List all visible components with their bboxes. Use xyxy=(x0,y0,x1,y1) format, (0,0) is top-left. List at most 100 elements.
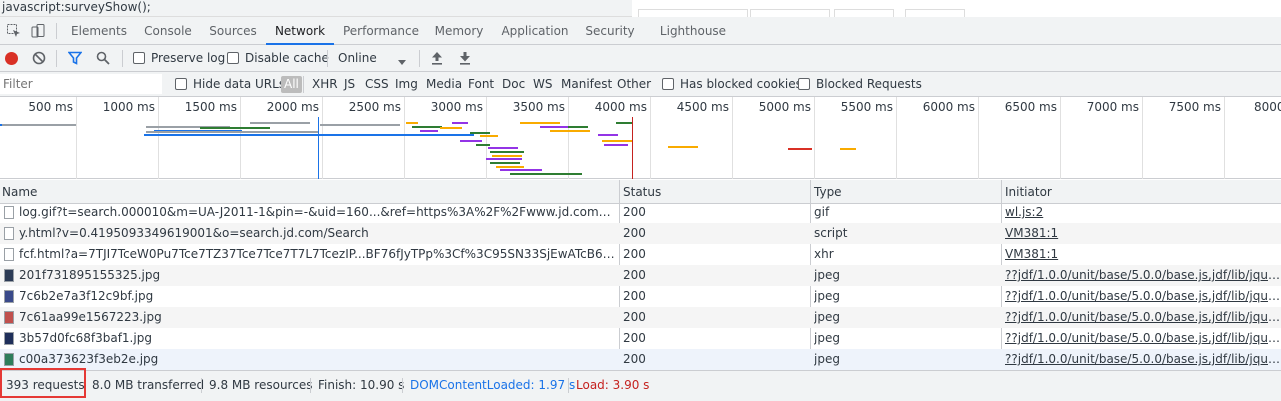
request-initiator-link[interactable]: ??jdf/1.0.0/unit/base/5.0.0/base.js,jdf/… xyxy=(1005,307,1281,328)
request-initiator-link[interactable]: ??jdf/1.0.0/unit/base/5.0.0/base.js,jdf/… xyxy=(1005,349,1281,370)
timeline-gridline xyxy=(732,97,733,179)
request-name[interactable]: 7c61aa99e1567223.jpg xyxy=(19,307,617,328)
request-name[interactable]: c00a373623f3eb2e.jpg xyxy=(19,349,617,370)
request-initiator-link[interactable]: ??jdf/1.0.0/unit/base/5.0.0/base.js,jdf/… xyxy=(1005,328,1281,349)
table-row[interactable]: 3b57d0fc68f3baf1.jpg 200 jpeg ??jdf/1.0.… xyxy=(0,328,1281,349)
disable-cache-checkbox[interactable] xyxy=(227,52,239,64)
tab-console[interactable]: Console xyxy=(136,17,200,45)
timeline-gridline xyxy=(1142,97,1143,179)
blocked-requests-checkbox[interactable] xyxy=(798,78,810,90)
filter-type-all[interactable]: All xyxy=(281,76,302,93)
filter-type-img[interactable]: Img xyxy=(395,72,418,97)
filter-type-manifest[interactable]: Manifest xyxy=(561,72,612,97)
divider xyxy=(303,76,304,93)
filter-type-font[interactable]: Font xyxy=(468,72,494,97)
tab-security[interactable]: Security xyxy=(580,17,640,45)
chevron-down-icon[interactable] xyxy=(398,55,406,69)
tab-sources[interactable]: Sources xyxy=(203,17,263,45)
request-name[interactable]: log.gif?t=search.000010&m=UA-J2011-1&pin… xyxy=(19,204,617,223)
timeline-tick-label: 500 ms xyxy=(28,100,73,114)
request-name[interactable]: 7c6b2e7a3f12c9bf.jpg xyxy=(19,286,617,307)
divider xyxy=(56,50,57,67)
waterfall-bar xyxy=(490,162,520,164)
record-icon[interactable] xyxy=(5,52,18,65)
filter-type-js[interactable]: JS xyxy=(344,72,355,97)
column-header-status[interactable]: Status xyxy=(621,180,661,204)
search-icon[interactable] xyxy=(96,51,110,68)
document-icon xyxy=(4,248,14,261)
timeline-tick-label: 5500 ms xyxy=(840,100,893,114)
filter-type-ws[interactable]: WS xyxy=(533,72,552,97)
tab-lighthouse[interactable]: Lighthouse xyxy=(654,17,732,45)
filter-type-css[interactable]: CSS xyxy=(365,72,389,97)
disable-cache-label: Disable cache xyxy=(245,51,329,65)
column-header-name[interactable]: Name xyxy=(0,180,37,204)
request-initiator-link[interactable]: ??jdf/1.0.0/unit/base/5.0.0/base.js,jdf/… xyxy=(1005,265,1281,286)
device-toolbar-icon[interactable] xyxy=(30,23,46,39)
filter-input[interactable] xyxy=(0,74,162,94)
divider xyxy=(402,378,403,393)
waterfall-bar xyxy=(452,122,468,124)
filter-icon[interactable] xyxy=(67,51,83,68)
filter-type-xhr[interactable]: XHR xyxy=(312,72,338,97)
table-row[interactable]: fcf.html?a=7TJI7TceW0Pu7Tce7TZ37Tce7Tce7… xyxy=(0,244,1281,265)
table-row[interactable]: 7c61aa99e1567223.jpg 200 jpeg ??jdf/1.0.… xyxy=(0,307,1281,328)
table-row[interactable]: 201f731895155325.jpg 200 jpeg ??jdf/1.0.… xyxy=(0,265,1281,286)
import-har-icon[interactable] xyxy=(431,51,443,68)
divider xyxy=(85,378,86,393)
timeline-gridline xyxy=(486,97,487,179)
waterfall-bar xyxy=(540,126,570,128)
throttling-select[interactable]: Online xyxy=(338,45,377,72)
request-name[interactable]: y.html?v=0.4195093349619001&o=search.jd.… xyxy=(19,223,617,244)
tab-application[interactable]: Application xyxy=(496,17,574,45)
filter-type-media[interactable]: Media xyxy=(426,72,462,97)
tab-memory[interactable]: Memory xyxy=(428,17,490,45)
request-name[interactable]: fcf.html?a=7TJI7TceW0Pu7Tce7TZ37Tce7Tce7… xyxy=(19,244,617,265)
request-name[interactable]: 201f731895155325.jpg xyxy=(19,265,617,286)
request-type: script xyxy=(814,226,848,240)
timeline-gridline xyxy=(240,97,241,179)
blocked-requests-label: Blocked Requests xyxy=(816,77,922,91)
timeline-tick-label: 8000 xyxy=(1254,100,1281,114)
document-icon xyxy=(4,227,14,240)
waterfall-bar xyxy=(568,126,588,128)
waterfall-bar xyxy=(488,147,518,149)
timeline-tick-label: 7500 ms xyxy=(1168,100,1221,114)
tab-network[interactable]: Network xyxy=(266,17,334,45)
image-thumbnail-icon xyxy=(4,332,14,345)
request-initiator-link[interactable]: ??jdf/1.0.0/unit/base/5.0.0/base.js,jdf/… xyxy=(1005,286,1281,307)
filter-type-doc[interactable]: Doc xyxy=(502,72,525,97)
timeline-overview[interactable]: 500 ms 1000 ms 1500 ms 2000 ms 2500 ms 3… xyxy=(0,97,1281,179)
clear-icon[interactable] xyxy=(32,51,46,68)
timeline-tick-label: 2500 ms xyxy=(348,100,401,114)
table-row[interactable]: c00a373623f3eb2e.jpg 200 jpeg ??jdf/1.0.… xyxy=(0,349,1281,370)
request-initiator-link[interactable]: wl.js:2 xyxy=(1005,204,1281,223)
preserve-log-checkbox[interactable] xyxy=(133,52,145,64)
tab-elements[interactable]: Elements xyxy=(66,17,132,45)
column-header-type[interactable]: Type xyxy=(812,180,842,204)
inspect-element-icon[interactable] xyxy=(6,23,22,39)
timeline-gridline xyxy=(404,97,405,179)
preserve-log-label: Preserve log xyxy=(151,51,226,65)
export-har-icon[interactable] xyxy=(459,51,471,68)
tab-performance[interactable]: Performance xyxy=(338,17,424,45)
request-name[interactable]: 3b57d0fc68f3baf1.jpg xyxy=(19,328,617,349)
filter-type-other[interactable]: Other xyxy=(617,72,651,97)
waterfall-bar xyxy=(520,122,560,124)
has-blocked-cookies-checkbox[interactable] xyxy=(662,78,674,90)
timeline-gridline xyxy=(1060,97,1061,179)
request-type: xhr xyxy=(814,247,834,261)
waterfall-bar xyxy=(510,173,582,175)
request-initiator-link[interactable]: VM381:1 xyxy=(1005,223,1281,244)
request-initiator-link[interactable]: VM381:1 xyxy=(1005,244,1281,265)
timeline-tick-label: 3500 ms xyxy=(512,100,565,114)
timeline-gridline xyxy=(978,97,979,179)
table-row[interactable]: 7c6b2e7a3f12c9bf.jpg 200 jpeg ??jdf/1.0.… xyxy=(0,286,1281,307)
table-row[interactable]: y.html?v=0.4195093349619001&o=search.jd.… xyxy=(0,223,1281,244)
timeline-gridline xyxy=(568,97,569,179)
timeline-gridline xyxy=(896,97,897,179)
column-header-initiator[interactable]: Initiator xyxy=(1003,180,1052,204)
table-row[interactable]: log.gif?t=search.000010&m=UA-J2011-1&pin… xyxy=(0,204,1281,223)
image-thumbnail-icon xyxy=(4,290,14,303)
hide-data-urls-checkbox[interactable] xyxy=(175,78,187,90)
